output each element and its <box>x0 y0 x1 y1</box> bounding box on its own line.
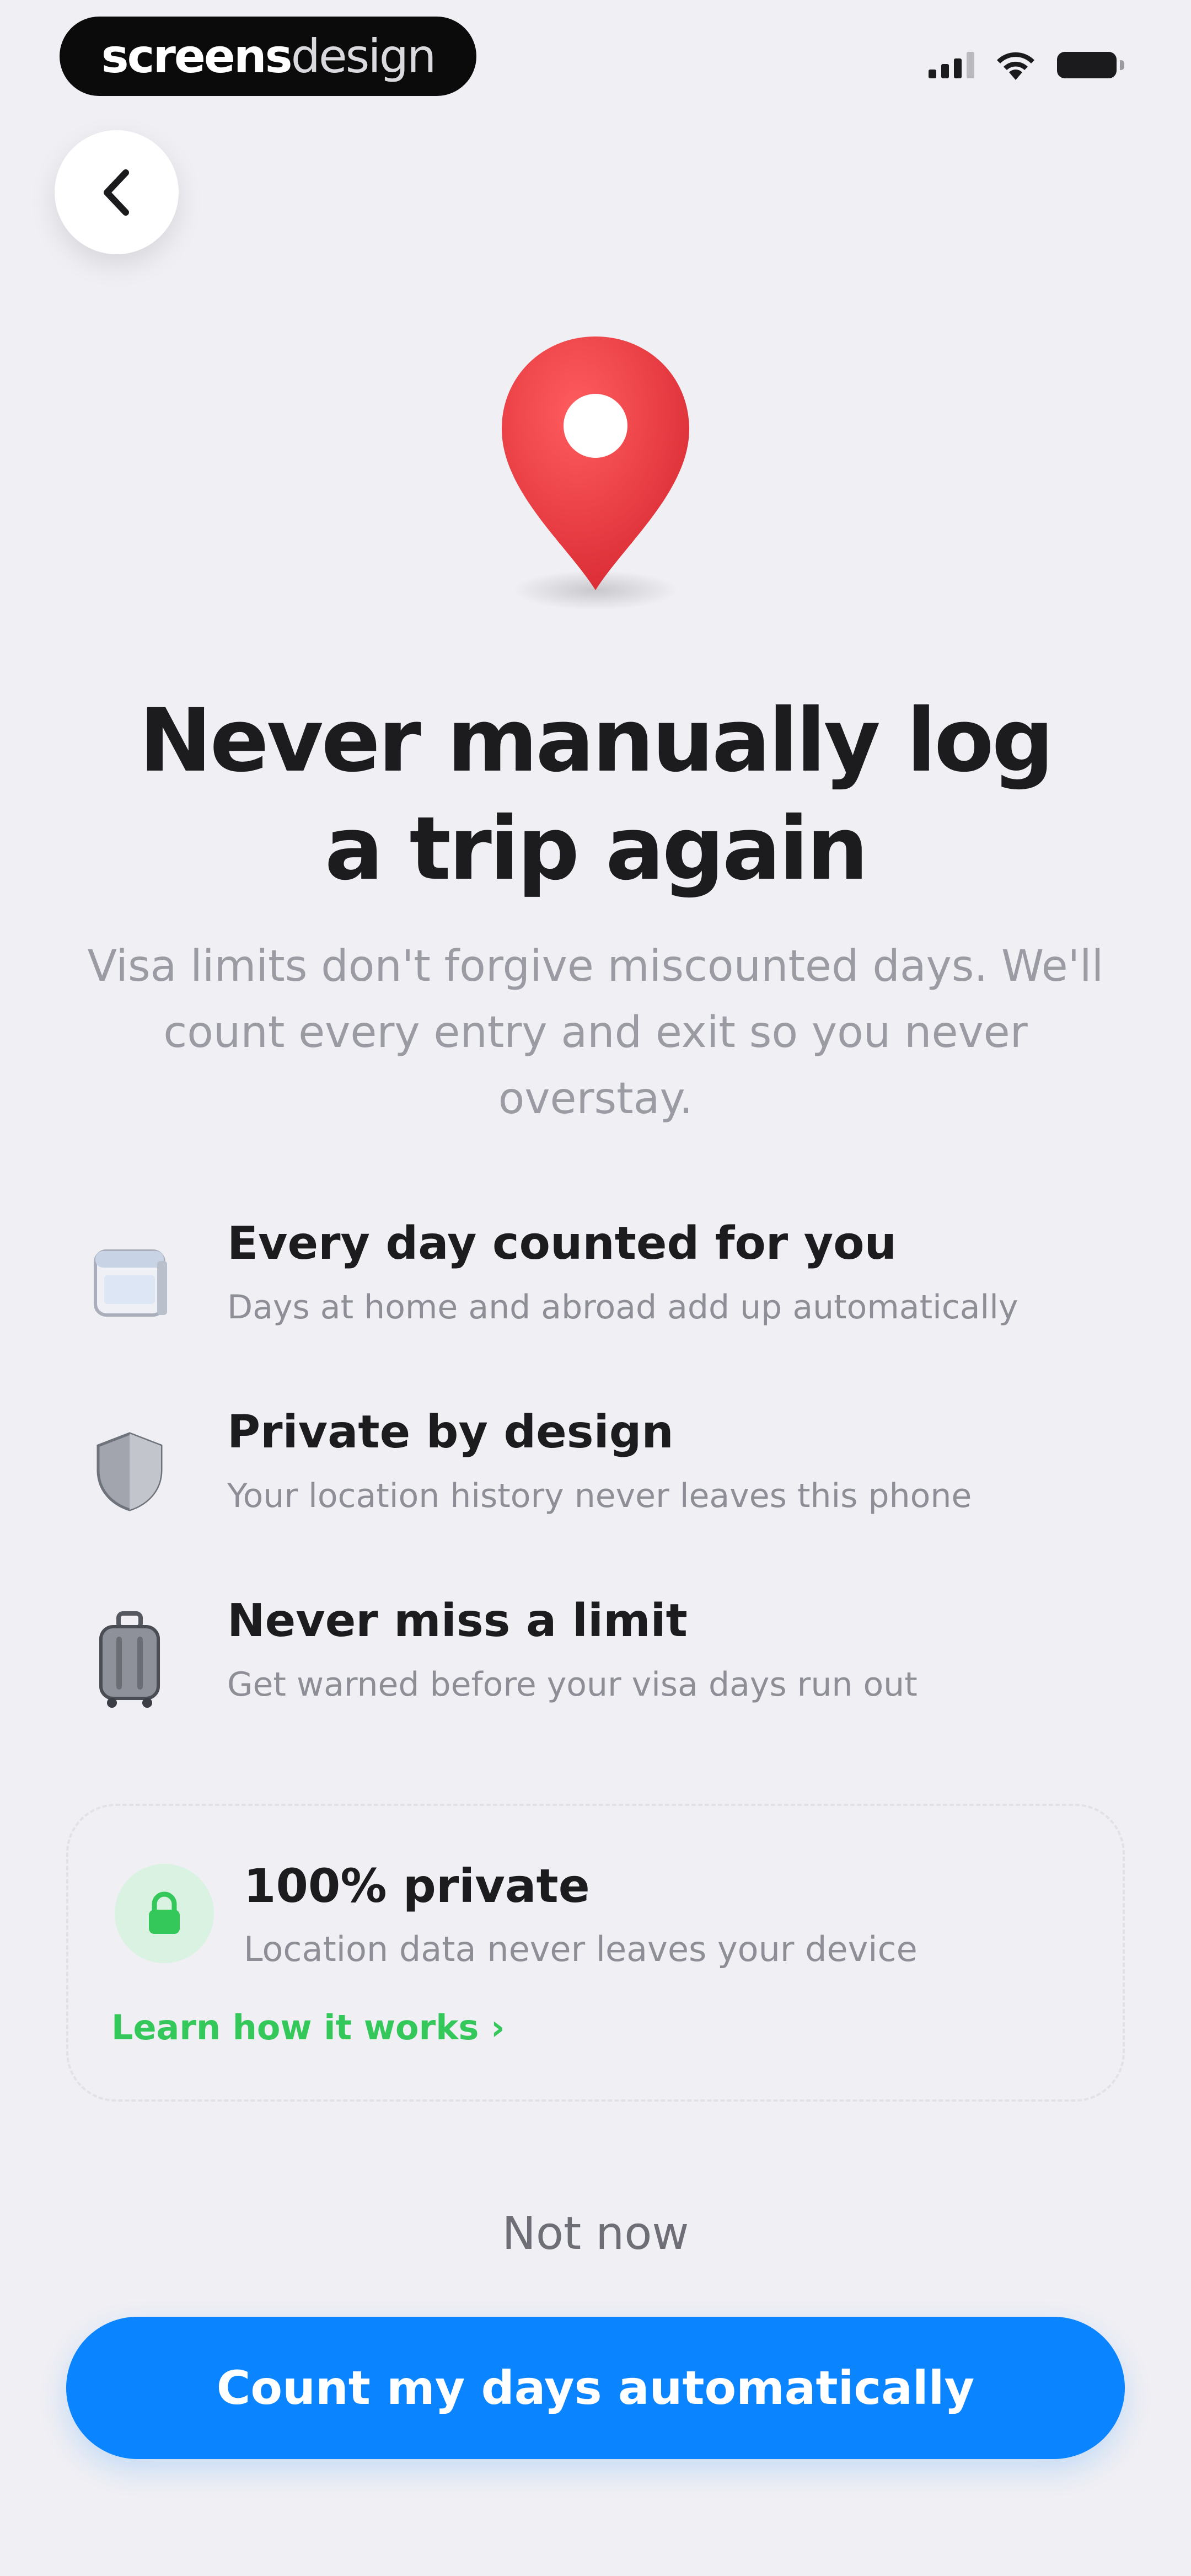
lock-badge <box>115 1864 214 1963</box>
battery-icon <box>1057 52 1124 78</box>
feature-item-private: Private by design Your location history … <box>83 1402 1130 1591</box>
onboarding-screen: screens design Never manually log a trip… <box>0 0 1191 2576</box>
feature-title: Never miss a limit <box>227 1595 688 1647</box>
subtitle-line-1: Visa limits don't forgive miscounted day… <box>87 942 1104 991</box>
cellular-signal-icon <box>929 52 974 78</box>
learn-link-label: Learn how it works <box>111 2007 479 2048</box>
subtitle-line-3: overstay. <box>498 1074 693 1124</box>
back-button[interactable] <box>55 130 179 254</box>
map-pin-icon <box>502 336 689 610</box>
watermark-badge: screens design <box>60 17 476 96</box>
chevron-left-icon <box>103 169 129 216</box>
suitcase-icon <box>83 1611 176 1708</box>
subtitle-line-2: count every entry and exit so you never <box>163 1008 1028 1057</box>
title-line-2: a trip again <box>324 798 868 900</box>
page-title: Never manually log a trip again <box>99 687 1092 903</box>
wifi-icon <box>997 52 1034 80</box>
feature-title: Private by design <box>227 1406 674 1458</box>
watermark-bold: screens <box>101 29 293 83</box>
feature-item-limit: Never miss a limit Get warned before you… <box>83 1591 1130 1779</box>
privacy-card: 100% private Location data never leaves … <box>66 1804 1125 2102</box>
hero-illustration <box>485 331 706 618</box>
lock-icon <box>149 1891 180 1934</box>
feature-description: Days at home and abroad add up automatic… <box>227 1288 1018 1327</box>
feature-description: Get warned before your visa days run out <box>227 1665 918 1704</box>
watermark-light: design <box>291 29 437 83</box>
calendar-icon <box>83 1236 176 1329</box>
chevron-right-icon: › <box>490 2007 505 2048</box>
privacy-title: 100% private <box>244 1859 590 1913</box>
title-line-1: Never manually log <box>139 690 1054 792</box>
feature-item-days: Every day counted for you Days at home a… <box>83 1214 1130 1402</box>
count-days-button[interactable]: Count my days automatically <box>66 2317 1125 2459</box>
privacy-description: Location data never leaves your device <box>244 1929 918 1969</box>
status-bar-icons <box>929 43 1124 87</box>
page-subtitle: Visa limits don't forgive miscounted day… <box>61 933 1130 1132</box>
not-now-button[interactable]: Not now <box>320 2201 871 2267</box>
feature-list: Every day counted for you Days at home a… <box>83 1214 1130 1779</box>
learn-how-it-works-link[interactable]: Learn how it works › <box>111 2005 505 2051</box>
feature-description: Your location history never leaves this … <box>227 1477 972 1515</box>
feature-title: Every day counted for you <box>227 1217 897 1270</box>
shield-icon <box>83 1424 176 1518</box>
